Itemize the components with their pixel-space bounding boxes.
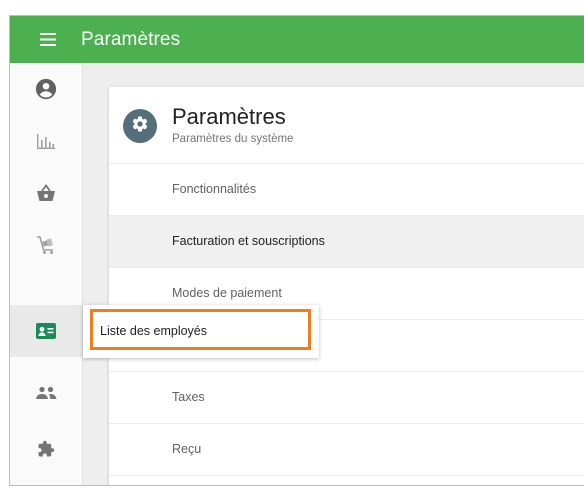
- settings-item-label: Facturation et souscriptions: [172, 234, 325, 248]
- customers-group-icon: [35, 386, 57, 400]
- sidebar-item-employees[interactable]: [10, 305, 82, 357]
- page-title: Paramètres: [81, 28, 181, 50]
- settings-item-receipt[interactable]: Reçu: [109, 424, 584, 476]
- hamburger-menu-icon: [40, 33, 56, 46]
- settings-item-label: Taxes: [172, 390, 205, 404]
- sidebar-item-items[interactable]: [10, 167, 82, 219]
- settings-item-label: Fonctionnalités: [172, 182, 257, 196]
- menu-button[interactable]: [28, 16, 68, 63]
- bar-chart-icon: [37, 133, 55, 149]
- settings-subtitle: Paramètres du système: [172, 133, 294, 145]
- settings-item-billing[interactable]: Facturation et souscriptions: [109, 216, 584, 268]
- settings-item-label: Modes de paiement: [172, 286, 282, 300]
- nav-sidebar: [10, 63, 83, 485]
- sidebar-item-customers[interactable]: [10, 367, 82, 419]
- sidebar-item-reports[interactable]: [10, 115, 82, 167]
- puzzle-piece-icon: [37, 440, 55, 458]
- sidebar-item-inventory[interactable]: [10, 219, 82, 271]
- top-app-bar: Paramètres: [10, 16, 584, 63]
- sidebar-item-integrations[interactable]: [10, 423, 82, 475]
- account-circle-icon: [35, 78, 57, 100]
- settings-item-label: Reçu: [172, 442, 202, 456]
- settings-title: Paramètres: [172, 104, 286, 129]
- employee-list-tooltip: Liste des employés: [83, 305, 319, 358]
- settings-item-features[interactable]: Fonctionnalités: [109, 164, 584, 216]
- settings-card-header: Paramètres Paramètres du système: [109, 87, 584, 164]
- settings-card: Paramètres Paramètres du système Fonctio…: [109, 87, 584, 485]
- settings-header-icon: [123, 109, 157, 143]
- settings-item-taxes[interactable]: Taxes: [109, 372, 584, 424]
- gear-icon: [131, 115, 149, 138]
- sidebar-item-account[interactable]: [10, 63, 82, 115]
- inventory-cart-icon: [36, 235, 56, 255]
- tooltip-label: Liste des employés: [100, 324, 208, 338]
- app-window: Paramètres Paramètres Paramètres du syst…: [9, 15, 584, 486]
- shopping-basket-icon: [36, 184, 56, 202]
- main-content: Paramètres Paramètres du système Fonctio…: [83, 63, 584, 485]
- employee-badge-icon: [36, 323, 56, 339]
